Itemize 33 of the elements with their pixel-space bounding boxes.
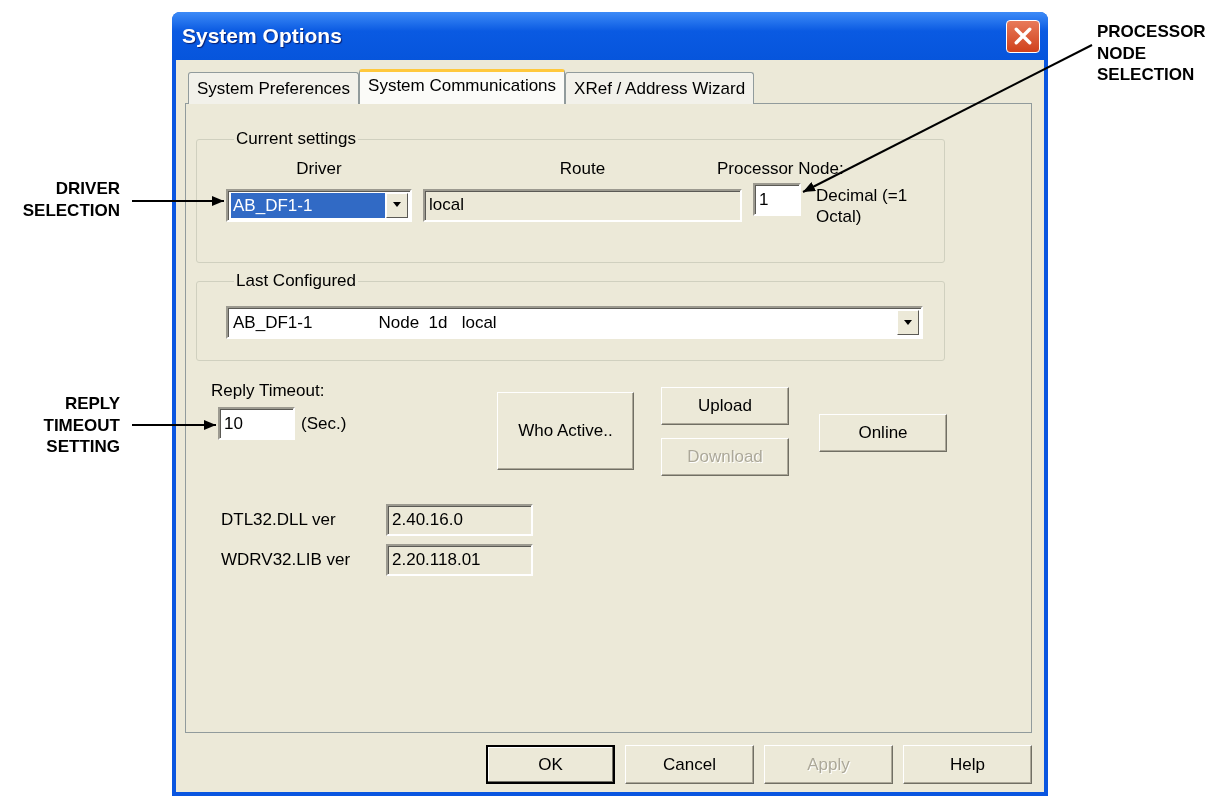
caret-icon: [903, 319, 913, 326]
route-field[interactable]: local: [423, 188, 742, 222]
driver-dropdown[interactable]: AB_DF1-1: [226, 188, 412, 222]
unit-label: (Sec.): [301, 413, 347, 434]
callout-label: PROCESSOR NODE SELECTION: [1097, 21, 1206, 86]
close-icon: [1014, 27, 1032, 45]
callout-label: REPLY TIMEOUT SETTING: [43, 393, 120, 458]
tab[interactable]: System Communications: [359, 69, 566, 104]
version-label: DTL32.DLL ver: [221, 510, 337, 530]
version-field: 2.40.16.0: [386, 504, 533, 536]
callout-label: DRIVER SELECTION: [22, 178, 120, 221]
online-button[interactable]: Online: [819, 414, 947, 452]
window-title: System Options: [181, 24, 342, 48]
processor-node-note: Decimal (=1 Octal): [816, 185, 908, 227]
version-label: WDRV32.LIB ver: [221, 550, 352, 570]
reply-timeout-field[interactable]: 10: [218, 407, 295, 440]
group-title: Current settings: [235, 129, 357, 149]
close-button[interactable]: [1006, 19, 1040, 53]
dialog-button[interactable]: Cancel: [625, 745, 754, 784]
version-field: 2.20.118.01: [386, 544, 533, 576]
who-active-button[interactable]: Who Active..: [497, 392, 634, 470]
driver-label: Driver: [295, 159, 343, 179]
tab[interactable]: System Preferences: [188, 72, 360, 104]
upload-button[interactable]: Upload: [661, 387, 789, 425]
last-configured-dropdown[interactable]: AB_DF1-1 Node 1d local: [226, 306, 923, 339]
reply-timeout-label: Reply Timeout:: [211, 381, 326, 401]
processor-node-field[interactable]: 1: [753, 183, 801, 216]
group-title: Last Configured: [235, 271, 358, 291]
dialog-button[interactable]: Help: [903, 745, 1032, 784]
dialog-button[interactable]: OK: [486, 745, 615, 784]
processor-node-label: Processor Node:: [717, 159, 845, 179]
tab[interactable]: XRef / Address Wizard: [565, 72, 755, 104]
caret-icon: [392, 202, 402, 208]
